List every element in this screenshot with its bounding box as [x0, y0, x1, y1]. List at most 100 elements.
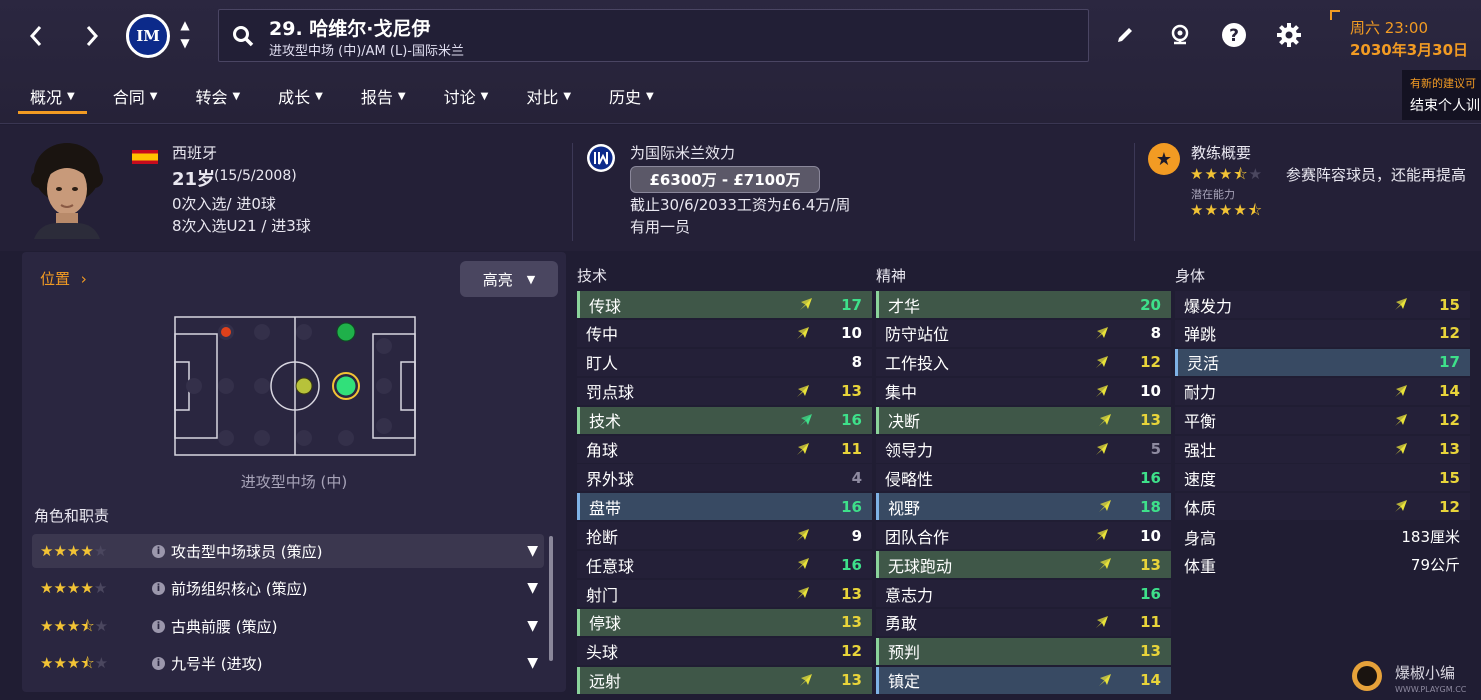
star-icon: ★: [1204, 201, 1218, 219]
scout-button[interactable]: [1163, 18, 1197, 52]
attribute-row-mental[interactable]: 侵略性 16: [876, 464, 1171, 492]
attribute-row-physical[interactable]: 速度 15: [1175, 464, 1470, 492]
highlight-dropdown[interactable]: 高亮 ▼: [460, 261, 558, 297]
coach-summary-title[interactable]: 教练概要: [1191, 142, 1251, 163]
tab-transfer[interactable]: 转会 ▼: [183, 78, 252, 114]
watermark-text: 爆椒小编: [1395, 664, 1455, 682]
tab-development[interactable]: 成长 ▼: [266, 78, 335, 114]
position-dot-dm-left: [221, 327, 231, 337]
edit-button[interactable]: [1108, 18, 1142, 52]
notification-panel[interactable]: 有新的建议可 结束个人训: [1402, 70, 1481, 120]
attribute-name: 无球跑动: [888, 556, 953, 576]
attribute-row-physical[interactable]: 灵活 17: [1175, 348, 1470, 376]
attribute-row-technical[interactable]: 传中 10: [577, 319, 872, 347]
info-icon[interactable]: i: [152, 656, 165, 670]
date-corner-decoration: [1330, 10, 1340, 20]
club-badge-icon[interactable]: [586, 143, 616, 173]
attribute-row-technical[interactable]: 远射 13: [577, 666, 872, 694]
attribute-row-physical[interactable]: 强壮 13: [1175, 435, 1470, 463]
chevron-down-icon[interactable]: ▼: [527, 618, 538, 634]
attribute-row-technical[interactable]: 盯人 8: [577, 348, 872, 376]
tab-discuss[interactable]: 讨论 ▼: [432, 78, 501, 114]
info-icon[interactable]: i: [152, 619, 165, 633]
player-search-box[interactable]: 29. 哈维尔·戈尼伊 进攻型中场 (中)/AM (L)-国际米兰: [218, 9, 1089, 62]
position-pitch[interactable]: [174, 316, 416, 456]
player-switcher[interactable]: ▲ ▼: [176, 16, 194, 52]
attribute-row-mental[interactable]: 意志力 16: [876, 580, 1171, 607]
attribute-row-mental[interactable]: 勇敢 11: [876, 608, 1171, 636]
attribute-row-technical[interactable]: 传球 17: [577, 291, 872, 318]
attribute-row-technical[interactable]: 射门 13: [577, 580, 872, 607]
globe-person-icon: [1171, 24, 1189, 45]
chevron-down-icon[interactable]: ▼: [176, 34, 194, 52]
transfer-value[interactable]: £6300万 - £7100万: [630, 166, 820, 193]
attribute-value: 16: [841, 497, 862, 516]
attribute-row-technical[interactable]: 罚点球 13: [577, 377, 872, 405]
attribute-row-mental[interactable]: 防守站位 8: [876, 319, 1171, 347]
chevron-down-icon[interactable]: ▼: [527, 580, 538, 596]
attribute-row-mental[interactable]: 镇定 14: [876, 666, 1171, 694]
info-icon[interactable]: i: [152, 581, 165, 595]
divider: [1134, 143, 1135, 241]
divider: [572, 143, 573, 241]
role-row[interactable]: ★ ★ ★ ⯪ ★ i 古典前腰 (策应) ▼: [32, 609, 544, 643]
tab-compare[interactable]: 对比 ▼: [514, 78, 583, 114]
chevron-down-icon[interactable]: ▼: [527, 655, 538, 671]
attribute-row-mental[interactable]: 决断 13: [876, 406, 1171, 434]
attribute-row-technical[interactable]: 角球 11: [577, 435, 872, 463]
attribute-row-mental[interactable]: 无球跑动 13: [876, 551, 1171, 579]
role-name: 前场组织核心 (策应): [171, 579, 308, 598]
attribute-row-physical[interactable]: 耐力 14: [1175, 377, 1470, 405]
chevron-down-icon: ▼: [315, 90, 323, 102]
attribute-row-physical[interactable]: 弹跳 12: [1175, 319, 1470, 347]
help-button[interactable]: ?: [1217, 18, 1251, 52]
attribute-row-physical[interactable]: 平衡 12: [1175, 406, 1470, 434]
role-row[interactable]: ★ ★ ★ ⯪ ★ i 九号半 (进攻) ▼: [32, 646, 544, 680]
tab-reports[interactable]: 报告 ▼: [349, 78, 418, 114]
attribute-row-technical[interactable]: 界外球 4: [577, 464, 872, 492]
attribute-row-physical[interactable]: 爆发力 15: [1175, 291, 1470, 318]
attribute-row-mental[interactable]: 集中 10: [876, 377, 1171, 405]
attribute-row-technical[interactable]: 技术 16: [577, 406, 872, 434]
forward-button[interactable]: [74, 18, 110, 54]
club-line[interactable]: 为国际米兰效力: [630, 142, 735, 163]
attribute-row-mental[interactable]: 才华 20: [876, 291, 1171, 318]
roles-scrollbar[interactable]: [549, 536, 553, 661]
role-row[interactable]: ★ ★ ★ ★ ★ i 攻击型中场球员 (策应) ▼: [32, 534, 544, 568]
attribute-row-technical[interactable]: 盘带 16: [577, 493, 872, 521]
attribute-row-technical[interactable]: 任意球 16: [577, 551, 872, 579]
attribute-row-technical[interactable]: 头球 12: [577, 637, 872, 665]
attribute-value: 9: [851, 526, 862, 545]
attribute-value: 13: [1439, 440, 1460, 458]
attribute-value: 14: [1140, 671, 1161, 690]
chevron-up-icon[interactable]: ▲: [176, 16, 194, 34]
trend-arrow-icon: [1098, 413, 1112, 427]
attribute-row-mental[interactable]: 工作投入 12: [876, 348, 1171, 376]
attribute-row-mental[interactable]: 团队合作 10: [876, 522, 1171, 550]
attribute-name: 领导力: [885, 441, 934, 460]
trend-arrow-icon: [796, 528, 810, 542]
attribute-row-physical[interactable]: 体质 12: [1175, 493, 1470, 521]
back-button[interactable]: [18, 18, 54, 54]
info-icon[interactable]: i: [152, 544, 165, 558]
position-link[interactable]: 位置 ›: [40, 268, 87, 289]
player-photo[interactable]: [30, 139, 104, 239]
tab-history[interactable]: 历史 ▼: [597, 78, 666, 114]
tab-overview[interactable]: 概况 ▼: [18, 78, 87, 114]
settings-button[interactable]: [1272, 18, 1306, 52]
attribute-row-mental[interactable]: 视野 18: [876, 493, 1171, 521]
star-icon: ★: [40, 542, 54, 560]
club-logo[interactable]: IM: [126, 14, 170, 58]
attribute-row-technical[interactable]: 停球 13: [577, 608, 872, 636]
attribute-row-mental[interactable]: 预判 13: [876, 637, 1171, 665]
nationality[interactable]: 西班牙: [172, 142, 217, 163]
attribute-value: 4: [851, 468, 862, 487]
attribute-row-mental[interactable]: 领导力 5: [876, 435, 1171, 463]
game-date[interactable]: 周六 23:00 2030年3月30日: [1330, 10, 1481, 66]
svg-text:?: ?: [1229, 26, 1239, 46]
tab-contract[interactable]: 合同 ▼: [101, 78, 170, 114]
attribute-row-technical[interactable]: 抢断 9: [577, 522, 872, 550]
star-icon: ★: [66, 617, 81, 635]
chevron-down-icon[interactable]: ▼: [527, 543, 538, 559]
role-row[interactable]: ★ ★ ★ ★ ★ i 前场组织核心 (策应) ▼: [32, 571, 544, 605]
